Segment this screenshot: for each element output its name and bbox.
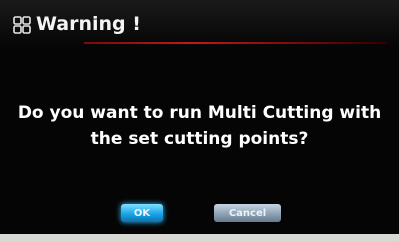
dialog-message: Do you want to run Multi Cutting with th… (17, 103, 382, 149)
grid-icon (13, 16, 31, 34)
header-divider (84, 42, 387, 44)
dialog-header: Warning ! (0, 0, 399, 48)
screen-bezel (0, 234, 399, 241)
dialog-title: Warning ! (36, 13, 141, 35)
ok-button[interactable]: OK (121, 204, 163, 222)
cancel-button[interactable]: Cancel (214, 204, 281, 222)
warning-dialog: Warning ! Do you want to run Multi Cutti… (0, 0, 399, 241)
